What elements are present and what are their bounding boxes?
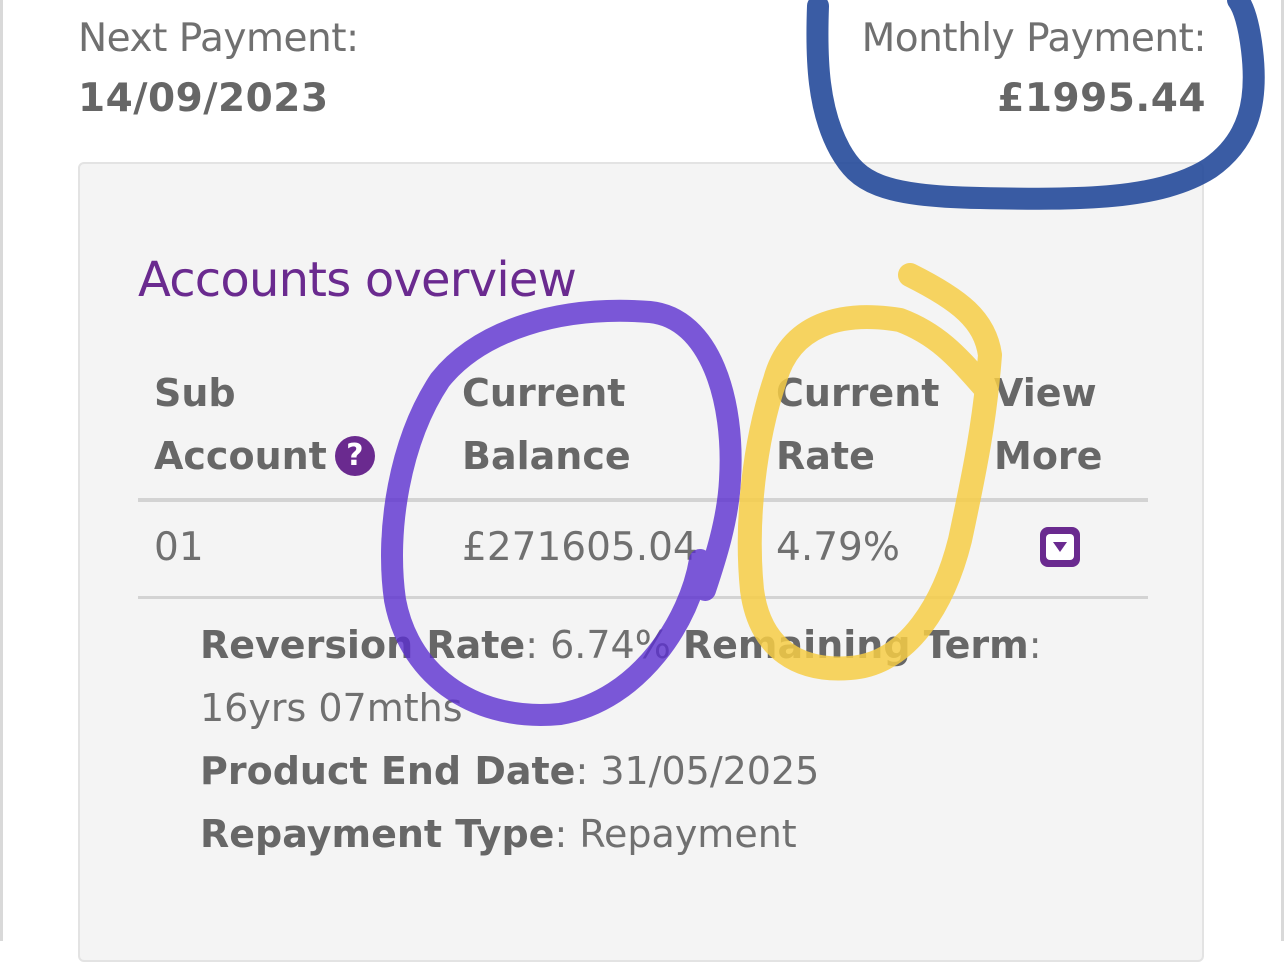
accounts-overview-panel: Accounts overview Sub Account? Current B… [78,162,1204,962]
header-balance-line2: Balance [462,434,631,478]
cell-current-balance: £271605.04 [462,525,698,570]
header-sub-line2: Account? [154,425,375,488]
table-header: Sub Account? Current Balance Current Rat… [138,354,1148,498]
toggle-inner [1046,534,1074,560]
details-line-3: Repayment Type: Repayment [200,803,1100,866]
row-divider [138,596,1148,599]
account-details: Reversion Rate: 6.74% Remaining Term: 16… [200,614,1100,866]
product-end-date-label: Product End Date [200,749,576,793]
header-rate-line2: Rate [776,434,875,478]
header-current-balance: Current Balance [462,362,631,488]
monthly-payment-label: Monthly Payment: [861,16,1207,61]
product-end-date-value: : 31/05/2025 [575,749,820,793]
header-rate-line1: Current [776,371,940,415]
details-line-1: Reversion Rate: 6.74% Remaining Term: 16… [200,614,1100,740]
next-payment-value: 14/09/2023 [78,76,329,121]
header-sub-line2-text: Account [154,434,327,478]
monthly-payment: Monthly Payment: £1995.44 [861,14,1207,134]
next-payment: Next Payment: 14/09/2023 [78,14,359,134]
header-balance-line1: Current [462,371,626,415]
header-sub-line1: Sub [154,371,236,415]
header-view-more: View More [994,362,1102,488]
view-more-toggle[interactable] [1040,527,1080,567]
cell-current-rate: 4.79% [776,525,900,570]
chevron-down-icon [1053,542,1067,552]
header-more-line1: View [994,371,1097,415]
repayment-type-label: Repayment Type [200,812,555,856]
question-circle-icon[interactable]: ? [334,436,375,476]
cell-sub-account: 01 [154,525,204,570]
details-line-2: Product End Date: 31/05/2025 [200,740,1100,803]
remaining-term-label: Remaining Term [682,623,1029,667]
accounts-table: Sub Account? Current Balance Current Rat… [138,354,1148,599]
header-more-line2: More [994,434,1103,478]
header-sub-account: Sub Account? [154,362,375,488]
frame-edge-left [0,0,3,941]
next-payment-label: Next Payment: [78,16,359,61]
reversion-rate-value: : 6.74% [525,623,683,667]
accounts-overview-title: Accounts overview [138,252,577,308]
header-current-rate: Current Rate [776,362,939,488]
repayment-type-value: : Repayment [554,812,797,856]
monthly-payment-value: £1995.44 [997,76,1206,121]
table-row: 01 £271605.04 4.79% [138,502,1148,596]
reversion-rate-label: Reversion Rate [200,623,526,667]
